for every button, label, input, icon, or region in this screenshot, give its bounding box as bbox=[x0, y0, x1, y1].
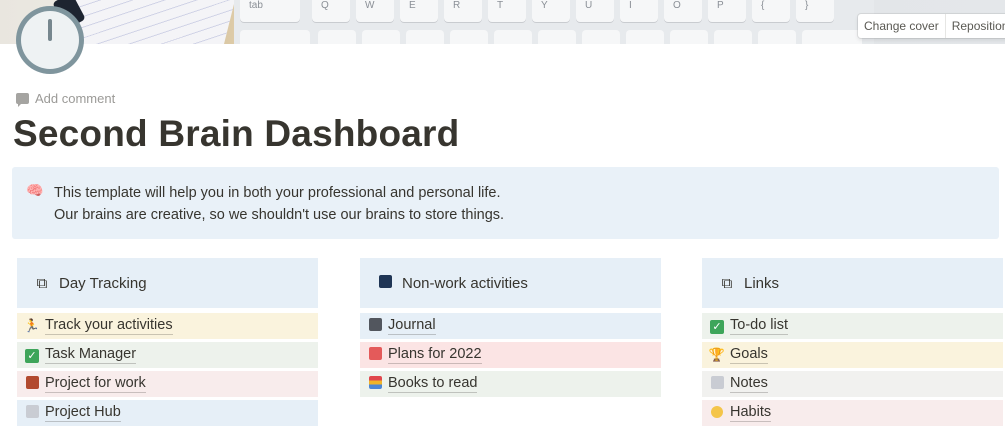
key bbox=[450, 30, 488, 44]
column-header-day-tracking: ⧉ Day Tracking bbox=[17, 258, 318, 308]
column-title: Non-work activities bbox=[402, 274, 528, 292]
link-plans-2022[interactable]: Plans for 2022 bbox=[360, 342, 661, 368]
key: E bbox=[400, 0, 438, 22]
link-project-hub[interactable]: Project Hub bbox=[17, 400, 318, 426]
key: P bbox=[708, 0, 746, 22]
key bbox=[318, 30, 356, 44]
key: W bbox=[356, 0, 394, 22]
link-goals[interactable]: 🏆 Goals bbox=[702, 342, 1003, 368]
key: Q bbox=[312, 0, 350, 22]
keyboard-graphic: tab Q W E R T Y U I O P { } bbox=[234, 0, 874, 44]
key bbox=[582, 30, 620, 44]
cover-image: tab Q W E R T Y U I O P { } Change cover… bbox=[0, 0, 1005, 44]
callout-block[interactable]: 🧠 This template will help you in both yo… bbox=[12, 167, 999, 239]
comment-icon bbox=[16, 92, 29, 107]
link-task-manager[interactable]: ✓ Task Manager bbox=[17, 342, 318, 368]
key bbox=[406, 30, 444, 44]
column-title: Links bbox=[744, 274, 780, 292]
cover-controls: Change cover Reposition bbox=[858, 14, 1005, 38]
key bbox=[538, 30, 576, 44]
link-journal[interactable]: Journal bbox=[360, 313, 661, 339]
add-comment-button[interactable]: Add comment bbox=[16, 89, 115, 107]
reposition-button[interactable]: Reposition bbox=[944, 14, 1005, 38]
change-cover-button[interactable]: Change cover bbox=[858, 14, 945, 38]
column-header-links: ⧉ Links bbox=[702, 258, 1003, 308]
key: I bbox=[620, 0, 658, 22]
add-comment-label: Add comment bbox=[35, 90, 116, 106]
link-habits[interactable]: Habits bbox=[702, 400, 1003, 426]
page-icon bbox=[23, 405, 41, 421]
link-label: Track your activities bbox=[45, 317, 173, 335]
link-notes[interactable]: Notes bbox=[702, 371, 1003, 397]
key: Y bbox=[532, 0, 570, 22]
key-tab: tab bbox=[240, 0, 300, 22]
link-todo-list[interactable]: ✓ To-do list bbox=[702, 313, 1003, 339]
callout-line-1: This template will help you in both your… bbox=[54, 185, 501, 201]
night-city-icon bbox=[374, 274, 396, 292]
briefcase-icon bbox=[23, 376, 41, 392]
key bbox=[362, 30, 400, 44]
check-mark-icon: ✓ bbox=[23, 347, 41, 363]
clock-hand bbox=[48, 19, 52, 41]
smile-icon bbox=[708, 405, 726, 421]
binoculars-icon: ⧉ bbox=[721, 274, 733, 292]
column-header-non-work: Non-work activities bbox=[360, 258, 661, 308]
key bbox=[802, 30, 862, 44]
column-title: Day Tracking bbox=[59, 274, 147, 292]
check-mark-icon: ✓ bbox=[708, 318, 726, 334]
running-person-icon: 🏃 bbox=[23, 318, 41, 333]
link-project-for-work[interactable]: Project for work bbox=[17, 371, 318, 397]
clock-icon[interactable] bbox=[16, 6, 84, 74]
link-label: Project for work bbox=[45, 375, 146, 393]
page-title[interactable]: Second Brain Dashboard bbox=[13, 113, 459, 155]
link-label: Project Hub bbox=[45, 404, 121, 422]
key: { bbox=[752, 0, 790, 22]
key bbox=[626, 30, 664, 44]
link-track-activities[interactable]: 🏃 Track your activities bbox=[17, 313, 318, 339]
key: R bbox=[444, 0, 482, 22]
link-label: Books to read bbox=[388, 375, 478, 393]
link-label: To-do list bbox=[730, 317, 789, 335]
trophy-icon: 🏆 bbox=[708, 347, 726, 362]
binoculars-icon: ⧉ bbox=[36, 274, 48, 292]
key bbox=[494, 30, 532, 44]
callout-line-2: Our brains are creative, so we shouldn't… bbox=[54, 207, 505, 223]
link-label: Notes bbox=[730, 375, 768, 393]
link-label: Task Manager bbox=[45, 346, 137, 364]
key: U bbox=[576, 0, 614, 22]
link-label: Plans for 2022 bbox=[388, 346, 482, 364]
notes-icon bbox=[708, 376, 726, 392]
key bbox=[758, 30, 796, 44]
key bbox=[714, 30, 752, 44]
key: T bbox=[488, 0, 526, 22]
key bbox=[670, 30, 708, 44]
key: O bbox=[664, 0, 702, 22]
key bbox=[240, 30, 310, 44]
link-books-to-read[interactable]: Books to read bbox=[360, 371, 661, 397]
brain-icon: 🧠 bbox=[26, 182, 44, 198]
link-label: Journal bbox=[388, 317, 436, 335]
link-label: Goals bbox=[730, 346, 768, 364]
key: } bbox=[796, 0, 834, 22]
calendar-icon bbox=[366, 347, 384, 363]
books-icon bbox=[366, 376, 384, 392]
notebook-icon bbox=[366, 318, 384, 334]
link-label: Habits bbox=[730, 404, 772, 422]
